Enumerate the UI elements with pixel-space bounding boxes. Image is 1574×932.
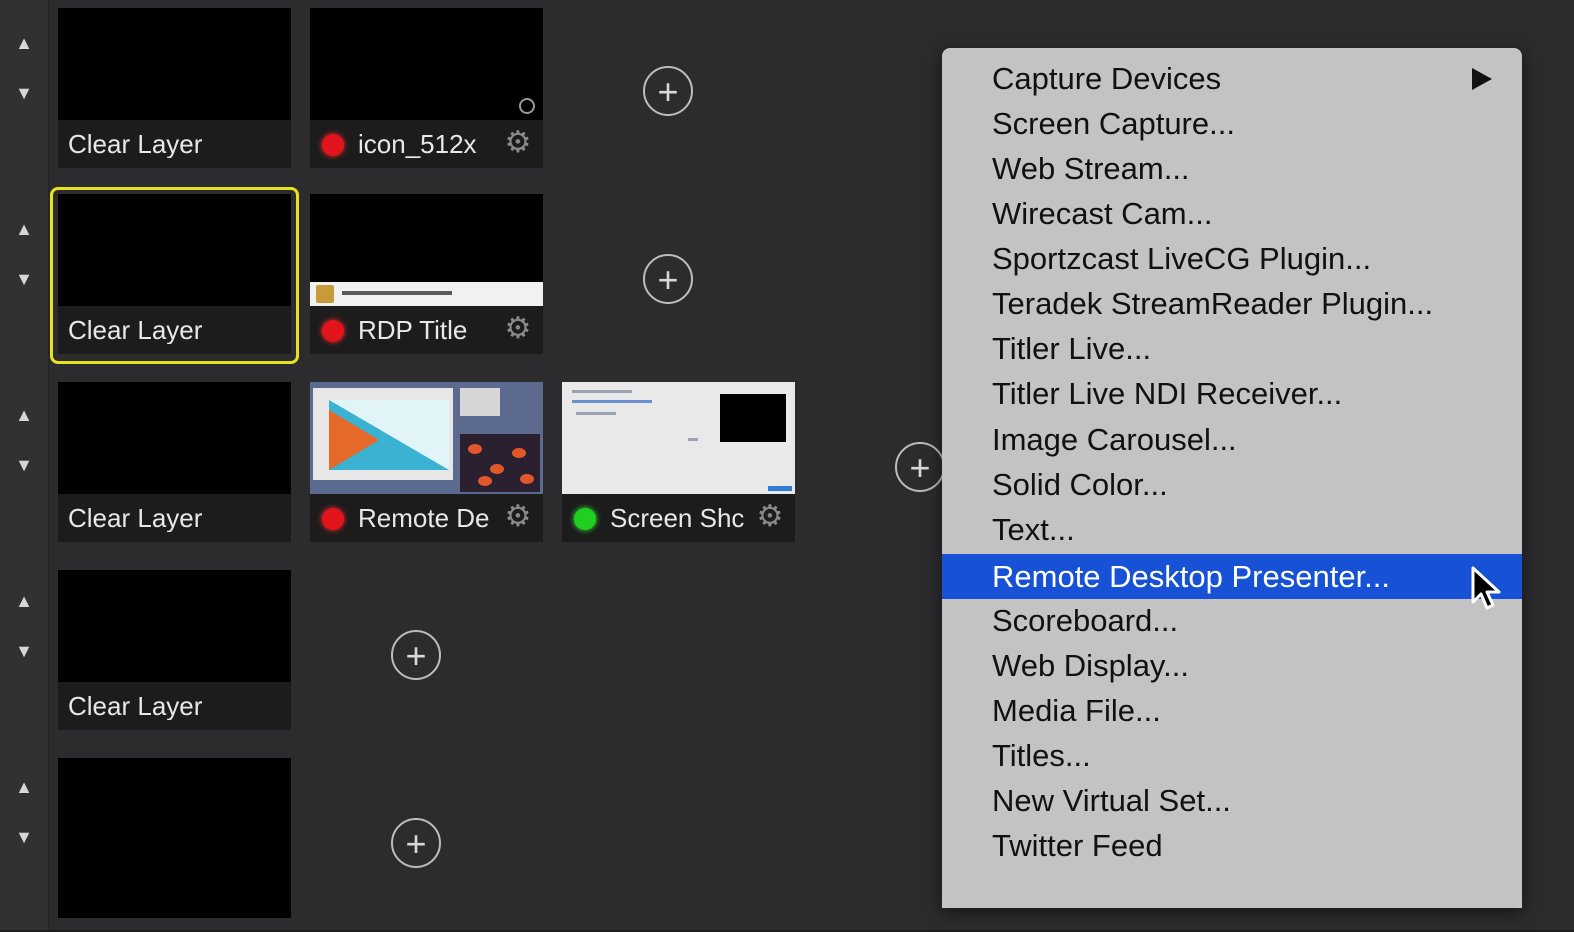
- slide-shape-white: [329, 400, 449, 470]
- clear-layer-shot[interactable]: Clear Layer: [58, 8, 291, 168]
- shot-label: RDP Title: [358, 316, 468, 344]
- move-layer-down-icon[interactable]: ▼: [14, 456, 34, 474]
- app-mini-icon: [316, 285, 334, 303]
- screen-shot-thumbnail: [562, 382, 795, 494]
- shot-label: Clear Layer: [68, 130, 203, 158]
- layer-controls: ▲ ▼: [0, 372, 49, 558]
- rdp-title-thumbnail: [310, 282, 543, 306]
- wallpaper-area: [460, 434, 540, 492]
- gear-small-icon: [519, 98, 535, 114]
- menu-item-new-virtual-set[interactable]: New Virtual Set...: [942, 778, 1522, 823]
- title-line: [342, 291, 452, 295]
- menu-item-titler-live[interactable]: Titler Live...: [942, 326, 1522, 371]
- menu-item-titles[interactable]: Titles...: [942, 733, 1522, 778]
- move-layer-up-icon[interactable]: ▲: [14, 592, 34, 610]
- ui-line: [688, 438, 698, 441]
- remote-desktop-thumbnail: [310, 382, 543, 494]
- clear-layer-shot[interactable]: Clear Layer: [58, 570, 291, 730]
- status-dot-live: [322, 320, 344, 342]
- gear-icon[interactable]: ⚙: [755, 502, 785, 532]
- menu-item-web-display[interactable]: Web Display...: [942, 643, 1522, 688]
- submenu-arrow-icon: [1472, 67, 1492, 90]
- menu-item-screen-capture[interactable]: Screen Capture...: [942, 101, 1522, 146]
- shot-label: Remote De: [358, 504, 490, 532]
- shot-label: Clear Layer: [68, 692, 203, 720]
- move-layer-down-icon[interactable]: ▼: [14, 270, 34, 288]
- add-shot-button[interactable]: +: [391, 630, 441, 680]
- wallpaper-spot: [468, 444, 482, 454]
- menu-item-sportzcast-livecg[interactable]: Sportzcast LiveCG Plugin...: [942, 236, 1522, 281]
- black-preview-area: [720, 394, 786, 442]
- wallpaper-spot: [490, 464, 504, 474]
- menu-item-solid-color[interactable]: Solid Color...: [942, 462, 1522, 507]
- menu-item-image-carousel[interactable]: Image Carousel...: [942, 417, 1522, 462]
- move-layer-down-icon[interactable]: ▼: [14, 642, 34, 660]
- layer-controls: ▲ ▼: [0, 558, 49, 744]
- wallpaper-spot: [512, 448, 526, 458]
- add-shot-menu: Capture Devices Screen Capture... Web St…: [942, 48, 1522, 908]
- menu-item-web-stream[interactable]: Web Stream...: [942, 146, 1522, 191]
- move-layer-down-icon[interactable]: ▼: [14, 84, 34, 102]
- ui-line: [572, 390, 632, 393]
- layer-controls: ▲ ▼: [0, 186, 49, 372]
- layer-controls: ▲ ▼: [0, 744, 49, 930]
- menu-item-label: Capture Devices: [992, 61, 1222, 96]
- add-shot-button[interactable]: +: [895, 442, 945, 492]
- blue-button: [768, 486, 792, 491]
- move-layer-down-icon[interactable]: ▼: [14, 828, 34, 846]
- move-layer-up-icon[interactable]: ▲: [14, 220, 34, 238]
- menu-item-media-file[interactable]: Media File...: [942, 688, 1522, 733]
- slide-preview: [329, 400, 449, 470]
- layer-controls: ▲ ▼: [0, 0, 49, 186]
- presentation-window: [313, 388, 453, 480]
- shot-label: Clear Layer: [68, 316, 203, 344]
- menu-item-scoreboard[interactable]: Scoreboard...: [942, 598, 1522, 643]
- gear-icon[interactable]: ⚙: [503, 314, 533, 344]
- ui-line: [572, 400, 652, 403]
- status-dot-preview: [574, 508, 596, 530]
- menu-item-capture-devices[interactable]: Capture Devices: [942, 56, 1522, 101]
- mouse-pointer-icon: [1471, 566, 1501, 610]
- shot-label: icon_512x: [358, 130, 477, 158]
- clear-layer-shot[interactable]: Clear Layer: [58, 194, 291, 354]
- add-shot-button[interactable]: +: [643, 66, 693, 116]
- shot-label: Clear Layer: [68, 504, 203, 532]
- side-pane: [460, 388, 500, 416]
- menu-item-twitter-feed[interactable]: Twitter Feed: [942, 823, 1522, 868]
- clear-layer-shot[interactable]: Clear Layer: [58, 382, 291, 542]
- menu-item-wirecast-cam[interactable]: Wirecast Cam...: [942, 191, 1522, 236]
- add-shot-button[interactable]: +: [391, 818, 441, 868]
- wallpaper-spot: [520, 474, 534, 484]
- add-shot-button[interactable]: +: [643, 254, 693, 304]
- shot-label: Screen Shc: [610, 504, 744, 532]
- wallpaper-spot: [478, 476, 492, 486]
- clear-layer-shot[interactable]: [58, 758, 291, 918]
- menu-item-titler-live-ndi[interactable]: Titler Live NDI Receiver...: [942, 371, 1522, 416]
- menu-item-teradek-streamreader[interactable]: Teradek StreamReader Plugin...: [942, 281, 1522, 326]
- shot-remote-desktop[interactable]: Remote De ⚙: [310, 382, 543, 542]
- ui-line: [576, 412, 616, 415]
- shot-icon-512x[interactable]: icon_512x ⚙: [310, 8, 543, 168]
- shot-rdp-title[interactable]: RDP Title ⚙: [310, 194, 543, 354]
- menu-item-remote-desktop-presenter[interactable]: Remote Desktop Presenter...: [942, 554, 1522, 599]
- status-dot-live: [322, 134, 344, 156]
- move-layer-up-icon[interactable]: ▲: [14, 34, 34, 52]
- shot-screen-shot[interactable]: Screen Shc ⚙: [562, 382, 795, 542]
- gear-icon[interactable]: ⚙: [503, 502, 533, 532]
- menu-item-text[interactable]: Text...: [942, 507, 1522, 552]
- move-layer-up-icon[interactable]: ▲: [14, 778, 34, 796]
- move-layer-up-icon[interactable]: ▲: [14, 406, 34, 424]
- status-dot-live: [322, 508, 344, 530]
- gear-icon[interactable]: ⚙: [503, 128, 533, 158]
